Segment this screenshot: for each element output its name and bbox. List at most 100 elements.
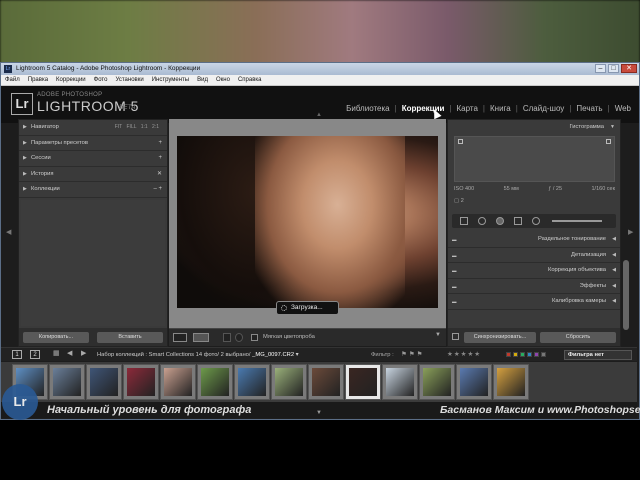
brush-slider[interactable] [552,220,602,222]
filmstrip-thumbnail[interactable] [234,364,270,400]
module-web[interactable]: Web [615,104,631,113]
menu-edit[interactable]: Правка [24,75,52,85]
navigator-zoom-options[interactable]: FIT FILL 1:1 2:1 [115,120,159,135]
color-label-swatch[interactable] [520,352,525,357]
close-button[interactable]: ✕ [621,64,637,73]
switch-icon[interactable]: ▬ [452,294,457,309]
crop-tool-icon[interactable] [460,217,468,225]
forward-arrow-icon[interactable]: ▶ [81,349,86,357]
top-panel-toggle-icon[interactable]: ▲ [316,112,322,118]
grid-view-icon[interactable]: ▦ [53,349,60,357]
soft-proofing-checkbox[interactable] [251,334,258,341]
filmstrip-thumbnail[interactable] [49,364,85,400]
module-book[interactable]: Книга [490,104,511,113]
clear-history-icon[interactable]: ✕ [157,167,162,182]
loupe-view-icon[interactable] [173,333,187,342]
reset-button[interactable]: Сбросить [540,332,616,343]
panel-collections[interactable]: ▶ Коллекции – + [19,182,167,198]
auto-sync-switch-icon[interactable] [452,333,459,340]
navigator-header[interactable]: ▶ Навигатор FIT FILL 1:1 2:1 [19,120,167,136]
toolbar-menu-chevron-icon[interactable]: ▼ [435,332,441,338]
filmstrip-thumbnail[interactable] [160,364,196,400]
copy-button[interactable]: Копировать... [23,331,89,343]
add-snapshot-icon[interactable]: + [158,151,162,166]
menu-develop[interactable]: Коррекции [52,75,90,85]
collection-add-remove-icon[interactable]: – + [153,182,162,197]
spot-removal-tool-icon[interactable] [478,217,486,225]
back-arrow-icon[interactable]: ◀ [67,349,72,357]
add-preset-icon[interactable]: + [158,136,162,151]
paste-button[interactable]: Вставить [97,331,163,343]
star-filter-icons[interactable]: ★★★★★ [447,350,481,360]
color-label-swatch[interactable] [527,352,532,357]
filmstrip-thumbnail[interactable] [493,364,529,400]
menu-help[interactable]: Справка [234,75,266,85]
zoom-icon[interactable] [223,333,231,342]
menu-window[interactable]: Окно [212,75,234,85]
sync-button[interactable]: Синхронизировать... [464,332,536,343]
filmstrip-thumbnail[interactable] [197,364,233,400]
panel-history[interactable]: ▶ История ✕ [19,167,167,182]
menu-tools[interactable]: Инструменты [148,75,193,85]
clock-icon[interactable] [235,333,243,342]
menu-view[interactable]: Вид [193,75,212,85]
window-2-button[interactable]: 2 [30,350,40,359]
menu-photo[interactable]: Фото [90,75,112,85]
color-label-swatch[interactable] [541,352,546,357]
panel-snapshots[interactable]: ▶ Сессии + [19,151,167,167]
expand-triangle-icon: ▶ [23,170,27,177]
red-eye-tool-icon[interactable] [496,217,504,225]
filmstrip-source[interactable]: Набор коллекций : Smart Collections 14 ф… [97,350,299,360]
filmstrip-thumbnail[interactable] [271,364,307,400]
module-library[interactable]: Библиотека [346,104,390,113]
section-effects[interactable]: ▬ Эффекты ◀ [448,279,620,294]
section-camera-calibration[interactable]: ▬ Калибровка камеры ◀ [448,294,620,310]
filmstrip-thumbnail[interactable] [123,364,159,400]
filmstrip-thumbnail[interactable] [345,364,381,400]
filter-preset-dropdown[interactable]: Фильтра нет [564,350,632,360]
right-panel-toggle-icon[interactable]: ▶ [628,228,633,236]
section-split-toning[interactable]: ▬ Раздельное тонирование ◀ [448,232,620,248]
menu-settings[interactable]: Установки [111,75,147,85]
switch-icon[interactable]: ▬ [452,263,457,278]
histogram[interactable] [454,136,615,182]
module-slideshow[interactable]: Слайд-шоу [523,104,564,113]
shadow-clipping-icon[interactable] [458,139,463,144]
switch-icon[interactable]: ▬ [452,248,457,263]
color-label-swatch[interactable] [506,352,511,357]
thumbnail-image [164,368,192,396]
window-1-button[interactable]: 1 [12,350,22,359]
collapse-triangle-icon[interactable]: ▼ [610,124,615,130]
before-after-icon[interactable] [193,333,209,342]
menu-file[interactable]: Файл [1,75,24,85]
bottom-panel-toggle-icon[interactable]: ▼ [316,410,322,416]
filmstrip-thumbnail[interactable] [308,364,344,400]
module-map[interactable]: Карта [457,104,478,113]
color-label-swatch[interactable] [513,352,518,357]
filmstrip-thumbnail[interactable] [456,364,492,400]
section-lens-corrections[interactable]: ▬ Коррекция объектива ◀ [448,263,620,279]
switch-icon[interactable]: ▬ [452,232,457,247]
module-print[interactable]: Печать [576,104,602,113]
panel-presets[interactable]: ▶ Параметры пресетов + [19,136,167,151]
highlight-clipping-icon[interactable] [606,139,611,144]
histogram-title[interactable]: Гистограмма [569,124,604,130]
section-label: Коррекция объектива [547,267,606,273]
filmstrip-thumbnail[interactable] [382,364,418,400]
original-photo-icon[interactable]: ▢ [454,198,461,204]
filmstrip-thumbnail[interactable] [419,364,455,400]
radial-filter-icon[interactable] [532,217,540,225]
left-panel-empty-area [21,200,165,326]
flag-filter-icons[interactable]: ⚑⚑⚑ [401,350,424,360]
main-photo[interactable] [177,136,438,308]
minimize-button[interactable]: – [595,64,606,73]
graduated-filter-icon[interactable] [514,217,522,225]
switch-icon[interactable]: ▬ [452,279,457,294]
desktop-background [0,0,640,68]
section-detail[interactable]: ▬ Детализация ◀ [448,248,620,263]
left-panel-toggle-icon[interactable]: ◀ [6,228,11,236]
color-label-swatch[interactable] [534,352,539,357]
filmstrip-thumbnail[interactable] [86,364,122,400]
right-panel-scrollbar[interactable] [623,260,629,330]
maximize-button[interactable]: □ [608,64,619,73]
